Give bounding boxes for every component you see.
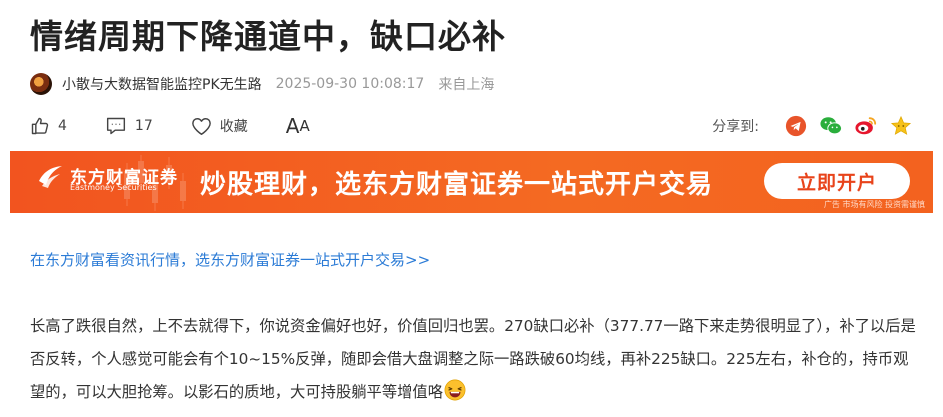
eastmoney-logo: 东方财富证券 Eastmoney Securities [36,161,178,192]
banner-slogan: 炒股理财，选东方财富证券一站式开户交易 [200,170,714,200]
eastmoney-logo-mark [39,166,62,188]
article-title: 情绪周期下降通道中，缺口必补 [30,17,506,56]
wechat-icon[interactable] [819,114,843,138]
like-count: 4 [58,118,67,134]
font-size-toggle[interactable]: A A [286,114,310,138]
logo-text-en: Eastmoney Securities [70,183,157,192]
thumbs-up-icon [31,117,49,135]
ad-disclaimer: 广告 市场有风险 投资需谨慎 [823,200,925,209]
font-size-large-glyph: A [285,114,300,138]
open-account-button[interactable]: 立即开户 [764,163,910,199]
favorite-button[interactable]: 收藏 [191,116,248,136]
telegram-icon[interactable] [784,114,808,138]
heart-icon [191,117,211,135]
promo-link[interactable]: 在东方财富看资讯行情，选东方财富证券一站式开户交易>> [30,249,430,270]
paragraph-text: 长高了跌很自然，上不去就得下，你说资金偏好也好，价值回归也罢。270缺口必补（3… [30,317,916,401]
author-avatar[interactable] [30,73,52,95]
article-meta: 小散与大数据智能监控PK无生路 2025-09-30 10:08:17 来自上海 [30,72,494,96]
favorite-label: 收藏 [219,119,248,135]
comment-icon [106,117,125,135]
weibo-icon[interactable] [854,114,878,138]
publish-time: 2025-09-30 10:08:17 [275,76,425,92]
comment-count: 17 [134,118,153,134]
star-icon[interactable] [889,114,913,138]
publish-location: 来自上海 [438,77,495,93]
ad-banner[interactable]: 东方财富证券 Eastmoney Securities 炒股理财，选东方财富证券… [10,151,933,213]
action-bar: 4 17 收藏 A A [30,114,310,138]
author-name[interactable]: 小散与大数据智能监控PK无生路 [62,74,262,94]
article-paragraph: 长高了跌很自然，上不去就得下，你说资金偏好也好，价值回归也罢。270缺口必补（3… [30,310,920,409]
comment-button[interactable]: 17 [105,116,153,136]
share-label: 分享到: [712,119,759,135]
font-size-small-glyph: A [299,117,310,135]
article-body: 长高了跌很自然，上不去就得下，你说资金偏好也好，价值回归也罢。270缺口必补（3… [30,310,920,409]
laughing-emoji-icon [444,379,466,401]
share-bar: 分享到: [712,113,913,139]
like-button[interactable]: 4 [30,116,67,136]
